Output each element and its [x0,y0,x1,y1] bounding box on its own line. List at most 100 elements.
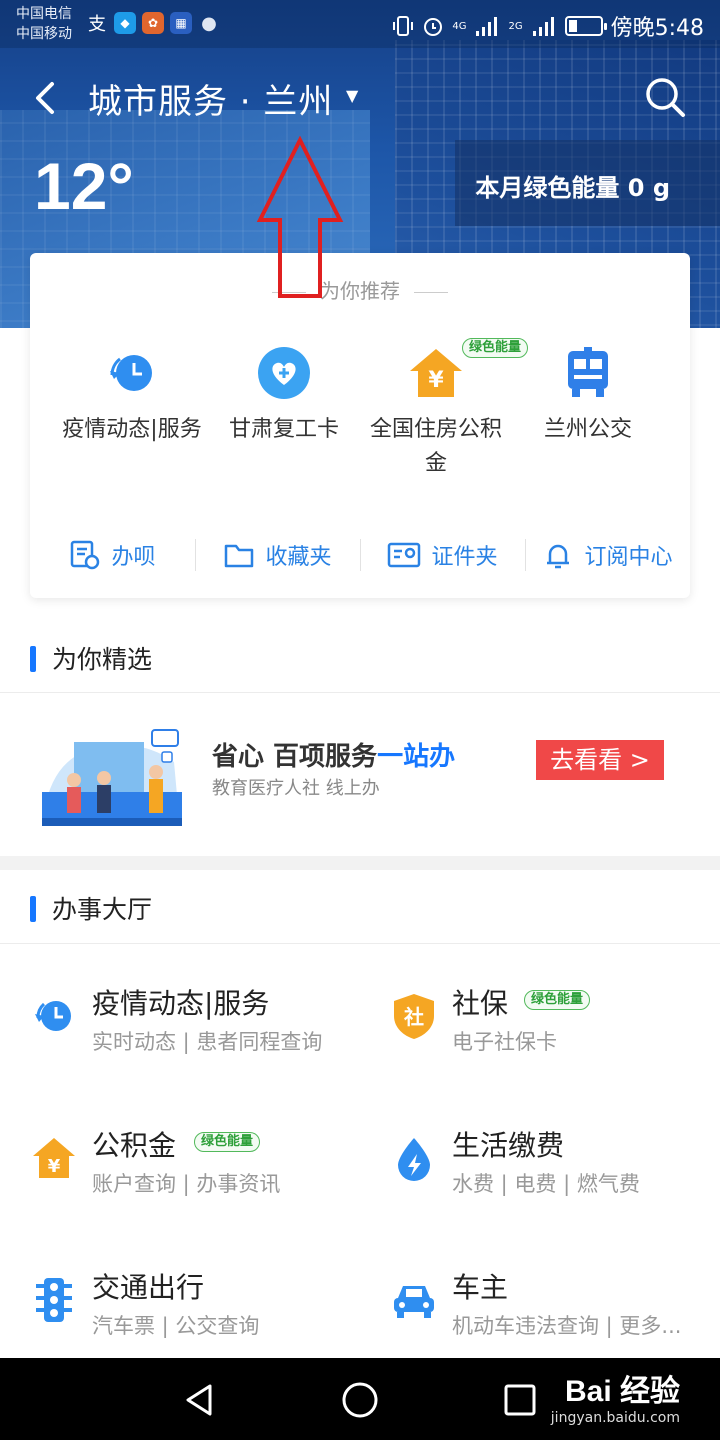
heart-plus-icon [258,347,310,399]
network-2: 2G [508,20,523,32]
service-desc: 汽车票 | 公交查询 [92,1314,260,1338]
service-name: 生活缴费 [452,1129,565,1162]
clock-refresh-icon [35,1001,71,1031]
service-car-owner[interactable]: 车主 机动车违法查询 | 更多... [392,1266,712,1366]
folder-icon [225,544,254,568]
section-gap [0,856,720,870]
nav-recents-icon[interactable] [500,1380,540,1420]
shortcut-label: 收藏夹 [265,545,332,570]
rec-item-epidemic[interactable]: 疫情动态|服务 [52,345,212,447]
carrier-1: 中国电信 [16,6,72,22]
system-nav-bar: Bai 经验 jingyan.baidu.com [0,1358,720,1440]
vibrate-icon [393,16,414,36]
bus-icon [568,347,608,397]
carrier-2: 中国移动 [16,26,72,42]
svg-text:¥: ¥ [428,368,444,393]
notification-icons: 支 ◆ ✿ ▦ ● [86,12,220,35]
top-bar: 城市服务 · 兰州 ▼ [0,56,720,136]
section-title: 办事大厅 [52,895,153,924]
energy-value: 0 g [627,174,670,202]
clock: 傍晚5:48 [610,16,704,41]
service-transportation[interactable]: 交通出行 汽车票 | 公交查询 [32,1266,352,1366]
recommend-card: 为你推荐 疫情动态|服务 甘肃复工卡 ¥ 全国住房公积金 绿色能量 兰州公交 办… [30,253,690,598]
energy-label: 本月绿色能量 [475,174,620,202]
rec-item-housing-fund[interactable]: ¥ 全国住房公积金 [356,345,516,481]
chat-bubble-icon: ● [201,12,217,34]
promo-title-main: 省心 百项服务 [212,742,378,772]
promo-title-highlight: 一站办 [377,742,456,772]
green-energy[interactable]: 本月绿色能量 0 g [475,168,670,203]
svg-text:¥: ¥ [48,1156,61,1177]
app-icon-2: ▦ [170,12,192,34]
section-featured: 为你精选 [0,622,720,692]
status-right: 4G 2G 傍晚5:48 [392,10,704,42]
shortcut-id-folder[interactable]: 证件夹 [360,533,525,577]
rec-label: 疫情动态|服务 [62,417,202,442]
rec-label: 全国住房公积金 [370,417,503,476]
service-desc: 电子社保卡 [452,1030,557,1054]
service-social-security[interactable]: 社 社保 绿色能量 电子社保卡 [392,982,712,1082]
watermark-brand: Bai 经验 [564,1375,680,1408]
city-title[interactable]: 城市服务 · 兰州 [88,74,333,123]
shortcut-label: 办呗 [111,545,156,570]
baidu-watermark: Bai 经验 jingyan.baidu.com [551,1366,680,1426]
network-1: 4G [452,20,467,32]
traffic-light-icon [36,1278,72,1322]
shortcut-subscriptions[interactable]: 订阅中心 [525,533,690,577]
service-desc: 机动车违法查询 | 更多... [452,1314,682,1338]
recommend-title: 为你推荐 [30,275,690,304]
service-desc: 水费 | 电费 | 燃气费 [452,1172,640,1196]
battery-icon [564,16,607,36]
promo-subtitle: 教育医疗人社 线上办 [212,778,380,799]
temperature: 12° [34,149,134,223]
house-yuan-icon: ¥ [410,349,462,397]
service-name: 交通出行 [92,1271,205,1304]
signal-icon [476,17,498,36]
shortcut-label: 订阅中心 [584,545,673,570]
service-housing-fund[interactable]: ¥ 公积金 绿色能量 账户查询 | 办事资讯 [32,1124,352,1224]
service-utility-payment[interactable]: 生活缴费 水费 | 电费 | 燃气费 [392,1124,712,1224]
back-arrow-icon[interactable] [30,78,60,118]
svg-text:社: 社 [403,1005,424,1029]
clock-refresh-icon [110,355,152,391]
promo-banner[interactable]: 省心 百项服务一站办 教育医疗人社 线上办 去看看 > [0,694,720,856]
signal-icon-2 [532,17,554,36]
section-marker [30,896,36,922]
watermark-url: jingyan.baidu.com [550,1410,680,1426]
divider [0,943,720,944]
form-clock-icon [71,540,100,570]
rec-label: 甘肃复工卡 [228,417,339,442]
service-name: 疫情动态|服务 [92,987,270,1020]
service-hall-illustration [42,729,182,826]
promo-title: 省心 百项服务一站办 [212,736,455,773]
id-card-icon [388,542,421,568]
service-name: 社保 [452,987,509,1020]
city-dropdown-caret-icon[interactable]: ▼ [346,86,358,105]
service-name: 公积金 [92,1129,177,1162]
shortcut-favorites[interactable]: 收藏夹 [195,533,360,577]
battery-fill [568,20,577,32]
service-desc: 实时动态 | 患者同程查询 [92,1030,323,1054]
service-name: 车主 [452,1271,509,1304]
shortcut-banbei[interactable]: 办呗 [30,533,195,577]
bolt-drop-icon [398,1138,430,1181]
bell-icon [547,544,570,569]
rec-item-work-card[interactable]: 甘肃复工卡 [204,345,364,447]
alipay-icon: 支 [88,14,106,35]
nav-back-icon[interactable] [180,1380,220,1420]
car-icon [394,1286,434,1318]
rec-label: 兰州公交 [543,417,632,442]
house-yuan-icon: ¥ [33,1138,75,1178]
app-icon: ✿ [142,12,164,34]
search-icon[interactable] [644,76,686,118]
green-energy-tag: 绿色能量 [194,1132,261,1152]
promo-go-button[interactable]: 去看看 > [536,740,664,780]
rec-item-lanzhou-bus[interactable]: 兰州公交 [508,345,668,447]
section-service-hall: 办事大厅 [0,872,720,942]
shortcut-bar: 办呗 收藏夹 证件夹 订阅中心 [30,533,690,577]
carrier-info: 中国电信 中国移动 [16,4,72,44]
green-energy-tag: 绿色能量 [524,990,591,1010]
service-epidemic[interactable]: 疫情动态|服务 实时动态 | 患者同程查询 [32,982,352,1082]
nav-home-icon[interactable] [340,1380,380,1420]
shield-icon: ◆ [114,12,136,34]
